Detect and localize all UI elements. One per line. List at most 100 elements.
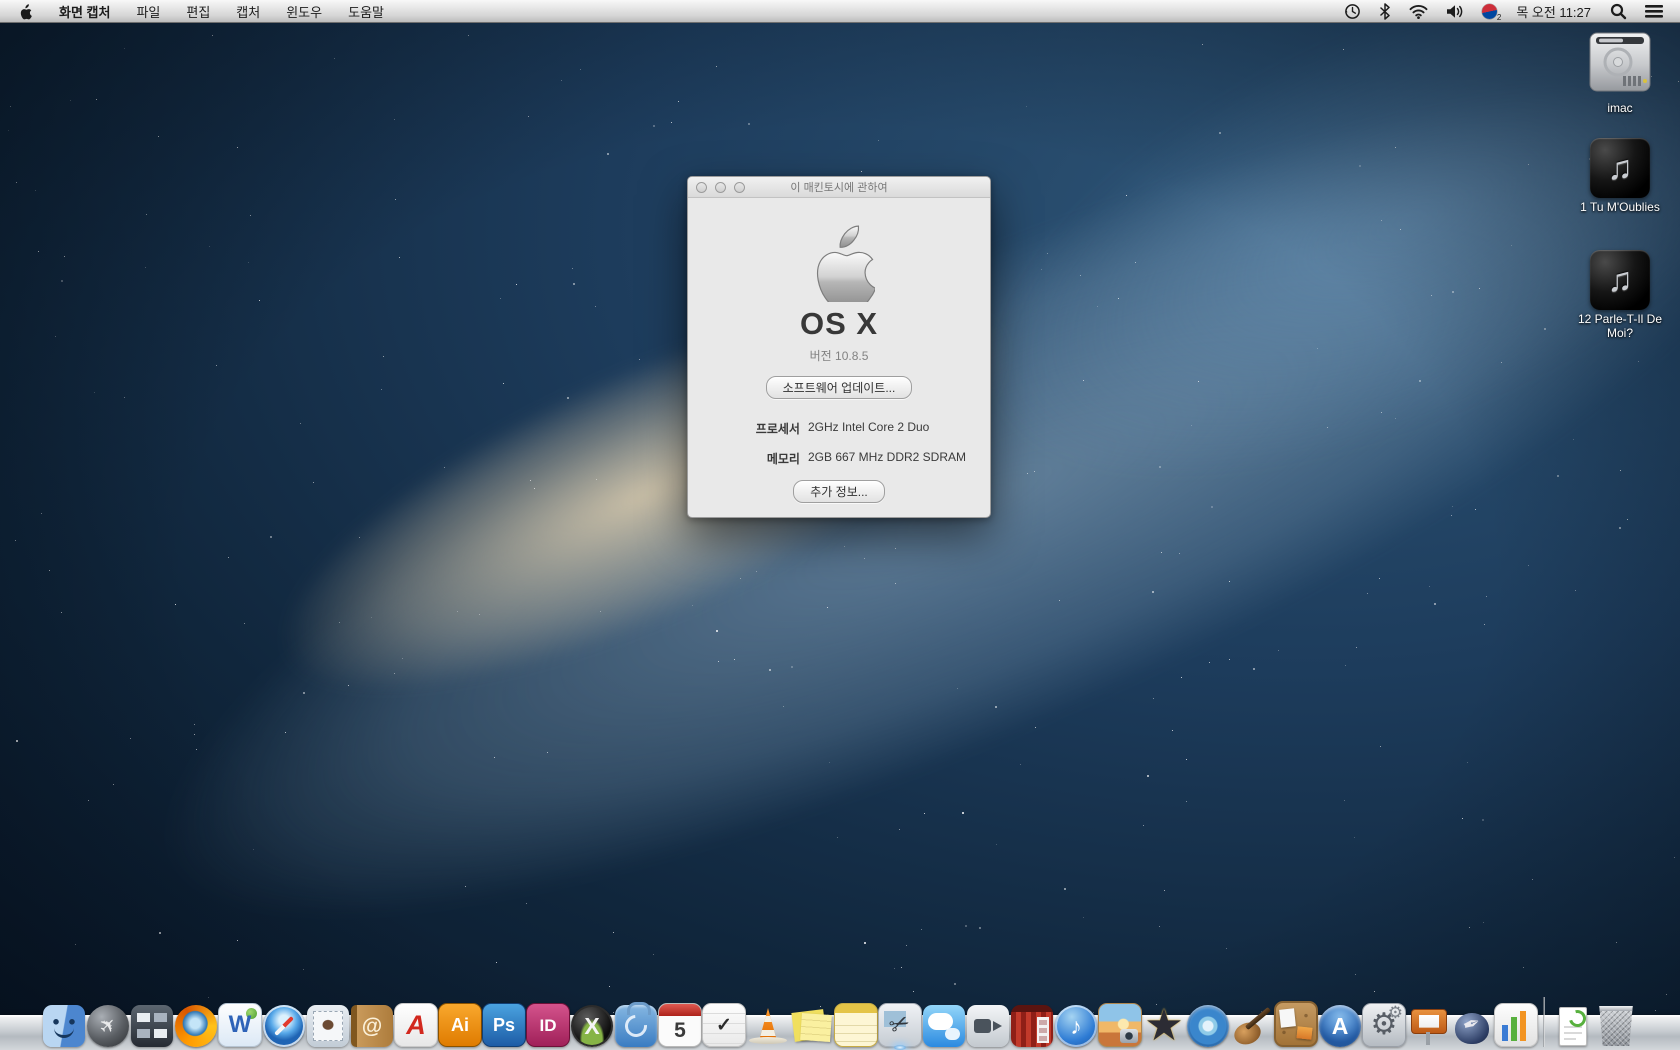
document-stack-icon[interactable] [1550,1001,1594,1047]
processor-value: 2GHz Intel Core 2 Duo [808,420,966,437]
hard-drive-icon [1588,30,1652,94]
numbers-icon [1494,1003,1538,1047]
launchpad-icon[interactable]: ✈ [86,1001,130,1047]
minimize-button[interactable] [715,182,726,193]
menu-item[interactable]: 파일 [123,0,173,22]
os-name: OS X [800,306,878,342]
garageband-icon [1231,1005,1273,1047]
menu-app-name[interactable]: 화면 캡처 [46,0,123,22]
desktop-icon-music-file-2[interactable]: ♫ 12 Parle-T-Il De Moi? [1560,250,1680,341]
menu-item[interactable]: 윈도우 [273,0,335,22]
numbers-icon[interactable] [1494,1001,1538,1047]
bluetooth-menu-extra[interactable] [1370,0,1400,22]
w-globe-app-icon: W [218,1003,262,1047]
music-file-icon: ♫ [1590,138,1650,198]
illustrator-icon: Ai [438,1003,482,1047]
menu-item[interactable]: 도움말 [335,0,397,22]
app-store-icon: A [1319,1005,1361,1047]
desktop-icon-label: imac [1560,102,1680,116]
mission-control-icon [131,1005,173,1047]
x-media-app-icon[interactable]: X [570,1001,614,1047]
iweb-icon[interactable] [1274,1001,1318,1047]
spotlight-search-icon [1610,3,1627,20]
keynote-icon[interactable] [1406,1001,1450,1047]
desktop-icon-hard-drive[interactable]: imac [1560,30,1680,116]
messages-icon[interactable] [922,1001,966,1047]
window-titlebar[interactable]: 이 매킨토시에 관하여 [688,177,990,198]
time-machine-menu-extra[interactable] [1335,0,1370,22]
desktop-icon-music-file-1[interactable]: ♫ 1 Tu M'Oublies [1560,138,1680,215]
photo-booth-icon [1011,1005,1053,1047]
facetime-icon[interactable] [966,1001,1010,1047]
itunes-icon[interactable]: ♪ [1054,1001,1098,1047]
stickies-icon [791,1005,833,1047]
system-preferences-icon: ⚙ [1362,1003,1406,1047]
korean-input-menu-extra[interactable]: 2 [1473,0,1506,22]
blue-case-app-icon[interactable] [614,1001,658,1047]
facetime-icon [967,1005,1009,1047]
safari-icon [263,1005,305,1047]
volume-icon [1446,4,1464,19]
wifi-icon [1409,4,1428,19]
mission-control-icon[interactable] [130,1001,174,1047]
pages-icon[interactable]: ✒ [1450,1001,1494,1047]
menu-item[interactable]: 편집 [173,0,223,22]
indesign-icon: ID [526,1003,570,1047]
spotlight-menu-extra[interactable] [1601,0,1636,22]
desktop-icon-label: 12 Parle-T-Il De Moi? [1565,313,1675,341]
tasks-app-icon[interactable]: ✓ [702,1001,746,1047]
illustrator-icon[interactable]: Ai [438,1001,482,1047]
w-globe-app-icon[interactable]: W [218,1001,262,1047]
itunes-icon: ♪ [1055,1005,1097,1047]
trash-icon [1597,1006,1635,1046]
software-update-button[interactable]: 소프트웨어 업데이트... [766,376,913,399]
wifi-menu-extra[interactable] [1400,0,1437,22]
adobe-reader-icon[interactable]: A [394,1001,438,1047]
mail-icon [307,1005,349,1047]
iweb-icon [1274,1001,1318,1047]
bluetooth-icon [1379,3,1391,20]
menu-clock[interactable]: 목 오전 11:27 [1506,2,1601,21]
idvd-icon[interactable] [1186,1001,1230,1047]
menu-item[interactable]: 캡처 [223,0,273,22]
imovie-icon: ★ [1143,1005,1185,1047]
iphoto-icon [1098,1003,1142,1047]
messages-icon [923,1005,965,1047]
garageband-icon[interactable] [1230,1001,1274,1047]
vlc-icon[interactable] [746,1001,790,1047]
pages-icon: ✒ [1451,1005,1493,1047]
screen-capture-grab-icon[interactable]: ✂ [878,1001,922,1047]
stickies-icon[interactable] [790,1001,834,1047]
imovie-icon[interactable]: ★ [1142,1001,1186,1047]
notes-icon [834,1003,878,1047]
zoom-button[interactable] [734,182,745,193]
apple-logo-icon [18,3,32,20]
close-button[interactable] [696,182,707,193]
system-preferences-icon[interactable]: ⚙ [1362,1001,1406,1047]
calendar-icon[interactable]: 5 [658,1001,702,1047]
notes-icon[interactable] [834,1001,878,1047]
blue-case-app-icon [615,1005,657,1047]
notification-list-icon [1645,4,1663,18]
apple-menu[interactable] [0,0,46,22]
photo-booth-icon[interactable] [1010,1001,1054,1047]
trash-icon[interactable] [1594,1001,1638,1047]
tasks-app-icon: ✓ [702,1003,746,1047]
photoshop-icon: Ps [482,1003,526,1047]
vignette [0,0,1680,1050]
firefox-icon [175,1005,217,1047]
notification-center-menu-extra[interactable] [1636,0,1672,22]
volume-menu-extra[interactable] [1437,0,1473,22]
firefox-icon[interactable] [174,1001,218,1047]
photoshop-icon[interactable]: Ps [482,1001,526,1047]
more-info-button[interactable]: 추가 정보... [793,480,885,503]
iphoto-icon[interactable] [1098,1001,1142,1047]
contacts-icon[interactable]: @ [350,1001,394,1047]
app-store-icon[interactable]: A [1318,1001,1362,1047]
x-media-app-icon: X [571,1005,613,1047]
finder-icon[interactable] [42,1001,86,1047]
desktop-icon-label: 1 Tu M'Oublies [1574,201,1666,215]
indesign-icon[interactable]: ID [526,1001,570,1047]
safari-icon[interactable] [262,1001,306,1047]
mail-icon[interactable] [306,1001,350,1047]
